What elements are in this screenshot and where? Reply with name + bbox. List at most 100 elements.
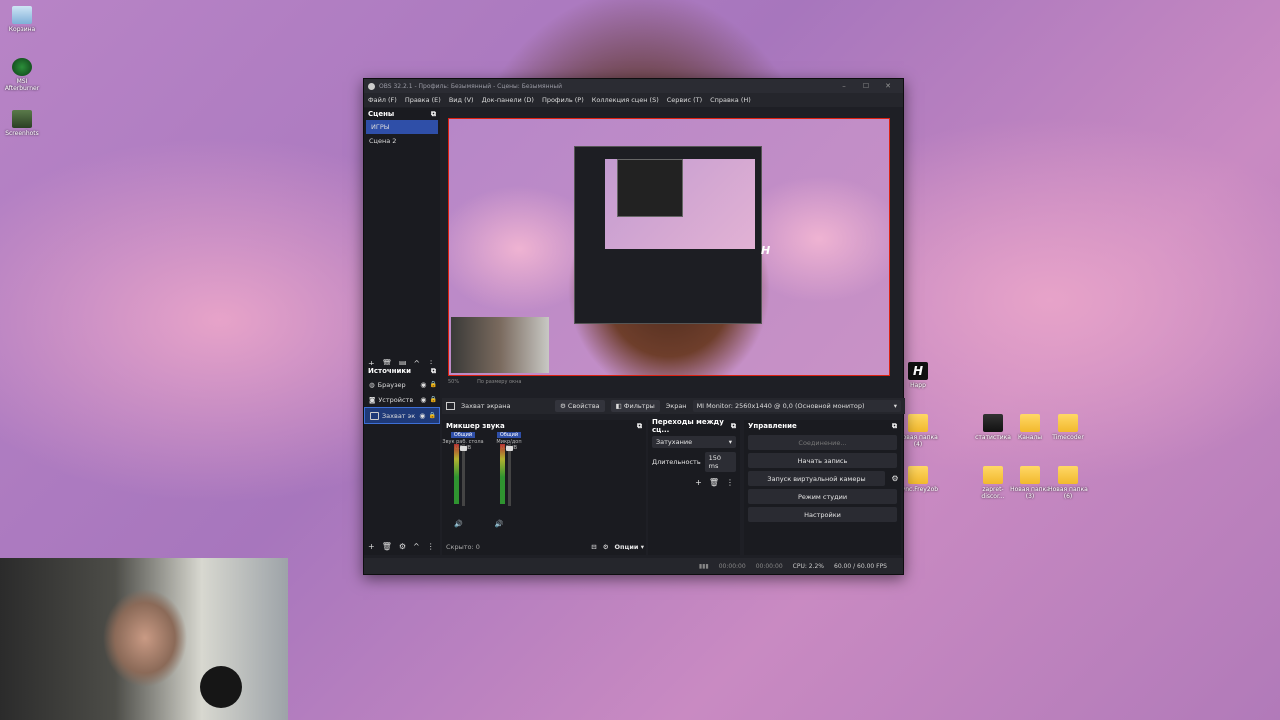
menu-file[interactable]: Файл (F) [367,96,398,104]
connection-button[interactable]: Соединение... [748,435,897,450]
menu-scene-collection[interactable]: Коллекция сцен (S) [591,96,660,104]
lock-icon[interactable]: 🔒 [430,396,437,403]
eye-icon[interactable]: ◉ [420,381,426,389]
mixer-mute-row: 🔊 🔊 [454,520,503,528]
menu-bar: Файл (F) Правка (E) Вид (V) Док-панели (… [364,93,903,107]
trash-icon[interactable]: 🗑 [709,478,719,487]
properties-button[interactable]: ⚙ Свойства [555,400,605,412]
speaker-icon[interactable]: 🔊 [495,520,504,528]
source-context-bar: Захват экрана ⚙ Свойства ◧ Фильтры Экран… [442,398,905,414]
menu-tools[interactable]: Сервис (T) [666,96,703,104]
volume-meter [500,444,505,504]
add-icon[interactable]: + [368,542,375,551]
desktop-icon-label: zapret-discor... [981,486,1005,500]
eye-icon[interactable]: ◉ [419,412,425,420]
title-bar[interactable]: OBS 32.2.1 - Профиль: Безымянный - Сцены… [364,79,903,93]
fader-knob[interactable] [460,446,467,451]
camera-icon: ◙ [369,395,376,404]
maximize-icon[interactable]: ☐ [855,82,877,90]
desktop-icon-recycle-bin[interactable]: Корзина [0,6,44,33]
desktop-icon-label: Happ [910,382,926,389]
desktop-icon-label: Screenhots [5,130,39,137]
folder-icon [1020,466,1040,484]
options-button[interactable]: Опции ▾ [615,543,644,551]
trash-icon[interactable]: 🗑 [382,542,392,551]
transition-select[interactable]: Затухание ▾ [652,436,736,448]
gear-icon[interactable]: ⚙ [603,543,609,551]
gear-icon[interactable]: ⚙ [889,474,901,483]
scene-item[interactable]: ИГРЫ [366,120,438,134]
desktop-icon-msi[interactable]: MSI Afterburner [0,58,44,92]
monitor-icon [446,402,455,410]
dock-float-icon[interactable]: ⧉ [431,110,436,119]
duration-label: Длительность [652,458,701,466]
studio-mode-button[interactable]: Режим студии [748,489,897,504]
menu-help[interactable]: Справка (H) [709,96,752,104]
zoom-level: 50% [448,379,460,385]
sources-toolbar: + 🗑 ⚙ ^ ⋮ [364,539,444,553]
source-item[interactable]: ◙ Устройств ◉ 🔒 [364,392,440,407]
volume-meter [454,444,459,504]
start-recording-button[interactable]: Начать запись [748,453,897,468]
nested-obs-capture [574,146,762,324]
recycle-bin-icon [12,6,32,24]
desktop-icon-label: Timecoder [1052,434,1084,441]
start-virtual-camera-button[interactable]: Запуск виртуальной камеры [748,471,885,486]
msi-afterburner-icon [12,58,32,76]
preview-canvas[interactable]: H [448,118,890,376]
dock-float-icon[interactable]: ⧉ [731,422,736,431]
folder-icon [983,414,1003,432]
desktop-folder[interactable]: Timecoder [1046,414,1090,441]
status-bar: ▮▮▮ 00:00:00 00:00:00 CPU: 2.2% 60.00 / … [364,558,903,574]
sources-dock-title: Источники ⧉ [368,366,436,376]
sources-dock: Источники ⧉ ◍ Браузер ◉ 🔒 ◙ Устройств ◉ … [364,365,440,555]
mixer-toolbar: Скрыто: 0 ⊟ ⚙ Опции ▾ [442,541,650,553]
source-item[interactable]: Захват эк ◉ 🔒 [364,407,440,424]
chevron-down-icon: ▾ [893,402,897,410]
lock-icon[interactable]: 🔒 [429,412,436,419]
desktop-icon-screenhots[interactable]: Screenhots [0,110,44,137]
filters-button[interactable]: ◧ Фильтры [610,400,660,412]
more-icon[interactable]: ⋮ [726,478,734,487]
speaker-icon[interactable]: 🔊 [454,520,463,528]
mixer-dock-title: Микшер звука ⧉ [446,421,642,431]
folder-icon [1020,414,1040,432]
dock-float-icon[interactable]: ⧉ [637,422,642,431]
move-up-icon[interactable]: ^ [413,542,420,551]
desktop-folder[interactable]: Новая папка (6) [1046,466,1090,500]
channel-tag: Общий [496,432,522,438]
menu-docks[interactable]: Док-панели (D) [481,96,535,104]
close-icon[interactable]: ✕ [877,82,899,90]
record-time: 00:00:00 [755,562,783,570]
more-icon[interactable]: ⋮ [427,542,435,551]
scenes-dock: Сцены ⧉ ИГРЫ Сцена 2 + 🗑 ▤ ^ ⋮ [364,108,440,370]
window-title: OBS 32.2.1 - Профиль: Безымянный - Сцены… [379,82,563,90]
dock-float-icon[interactable]: ⧉ [892,422,897,431]
webcam-overlay [0,558,288,720]
screen-select[interactable]: MI Monitor: 2560x1440 @ 0,0 (Основной мо… [692,400,901,412]
add-icon[interactable]: + [695,478,702,487]
scene-item[interactable]: Сцена 2 [364,134,440,148]
desktop-icon-label: Каналы [1017,434,1043,441]
volume-fader[interactable] [508,444,511,506]
scale-mode[interactable]: По размеру окна [477,379,521,385]
fader-knob[interactable] [506,446,513,451]
minimize-icon[interactable]: – [833,82,855,90]
microphone-image [200,666,242,708]
image-folder-icon [12,110,32,128]
transitions-dock-title: Переходы между сц... ⧉ [652,418,736,434]
lock-icon[interactable]: 🔒 [430,381,437,388]
duration-input[interactable]: 150 ms [704,452,736,472]
menu-view[interactable]: Вид (V) [448,96,475,104]
menu-edit[interactable]: Правка (E) [404,96,442,104]
eye-icon[interactable]: ◉ [420,396,426,404]
menu-profile[interactable]: Профиль (P) [541,96,585,104]
desktop-icon-label: статистика [975,434,1011,441]
source-item[interactable]: ◍ Браузер ◉ 🔒 [364,377,440,392]
dock-float-icon[interactable]: ⧉ [431,367,436,376]
volume-fader[interactable] [462,444,465,506]
settings-button[interactable]: Настройки [748,507,897,522]
gear-icon[interactable]: ⚙ [399,542,406,551]
list-icon[interactable]: ⊟ [591,543,596,551]
happ-app-icon: H [908,362,928,380]
